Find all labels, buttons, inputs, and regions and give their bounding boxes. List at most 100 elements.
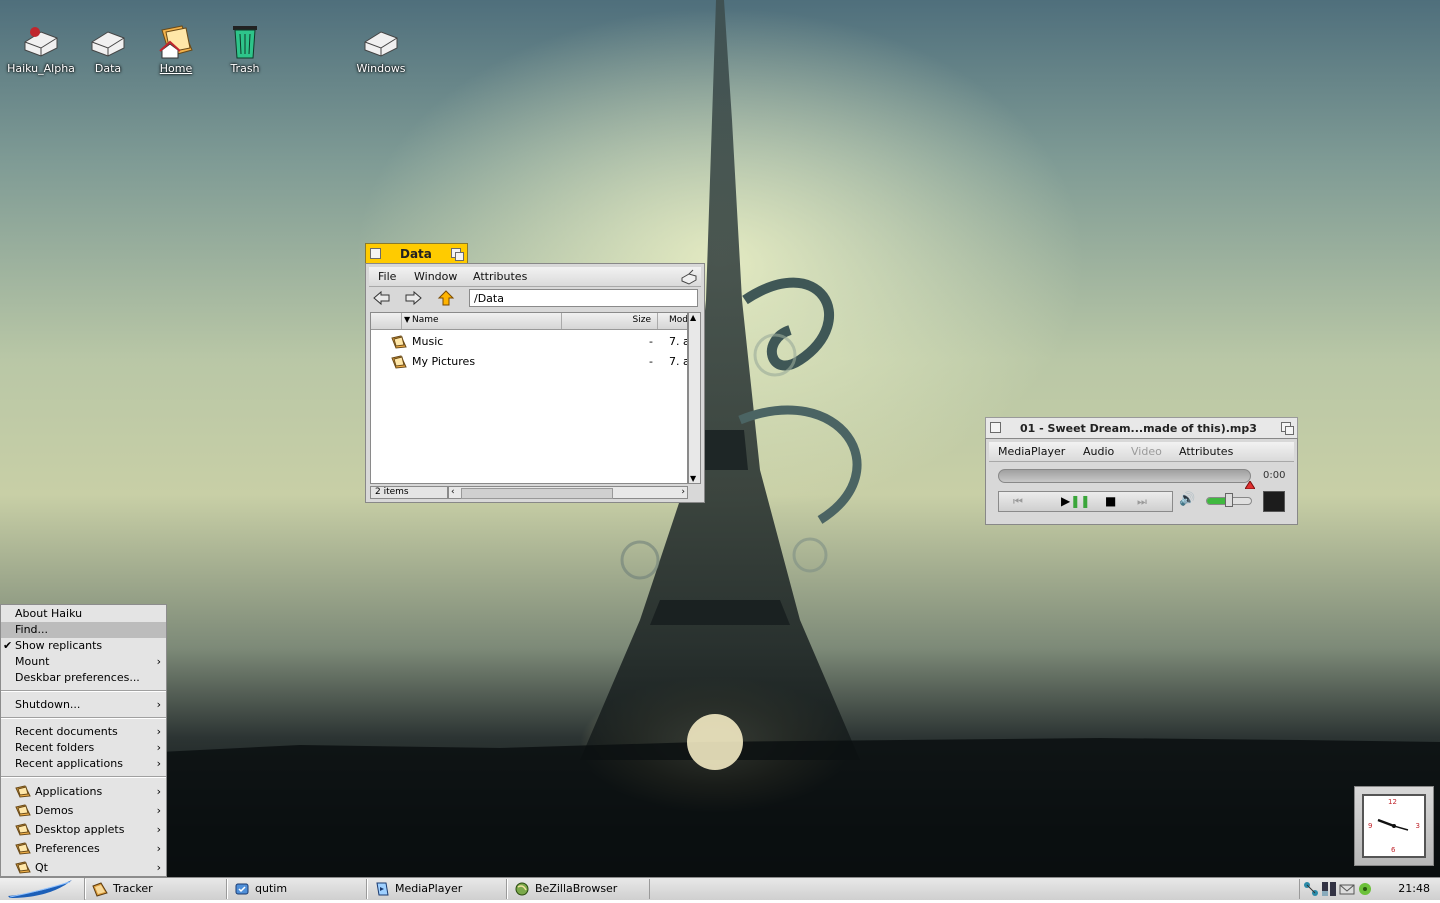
desktop-icon-haiku-alpha[interactable]: Haiku_Alpha <box>5 20 77 75</box>
submenu-arrow-icon: › <box>156 804 161 817</box>
menu-audio[interactable]: Audio <box>1083 445 1114 458</box>
haiku-leaf-menu-button[interactable] <box>0 878 85 900</box>
menu-item-desktop-applets[interactable]: Desktop applets › <box>1 822 166 840</box>
stop-icon[interactable]: ■ <box>1105 494 1116 508</box>
transport-controls: ⏮ ▶❚❚ ■ ⏭ <box>998 491 1173 512</box>
folder-icon <box>15 785 31 798</box>
submenu-arrow-icon: › <box>156 655 161 668</box>
mediaplayer-icon <box>376 882 389 896</box>
menu-item-shutdown[interactable]: Shutdown... › <box>1 697 166 713</box>
cpu-monitor-icon[interactable] <box>1321 881 1337 897</box>
mail-daemon-icon[interactable] <box>1339 881 1355 897</box>
time-display: 0:00 <box>1263 470 1286 481</box>
menu-item-recent-documents[interactable]: Recent documents › <box>1 724 166 740</box>
submenu-arrow-icon: › <box>156 741 161 754</box>
menu-item-preferences[interactable]: Preferences › <box>1 841 166 859</box>
folder-icon <box>391 355 407 369</box>
submenu-arrow-icon: › <box>156 823 161 836</box>
column-headers: ▼ Name Size Mod <box>371 313 687 330</box>
network-icon[interactable] <box>1303 881 1319 897</box>
skip-back-icon[interactable]: ⏮ <box>1013 495 1023 509</box>
list-item[interactable]: Music - 7. a <box>371 333 687 351</box>
zoom-button[interactable] <box>451 248 464 261</box>
column-header-name[interactable]: ▼ Name <box>402 313 562 329</box>
window-title: 01 - Sweet Dream...made of this).mp3 <box>1020 422 1257 435</box>
folder-icon <box>15 823 31 836</box>
path-field[interactable]: /Data <box>469 289 698 307</box>
tracker-menubar: File Window Attributes <box>369 267 701 287</box>
desktop-icon-home[interactable]: Home <box>140 20 212 75</box>
menu-file[interactable]: File <box>378 270 396 283</box>
desktop-icon-trash[interactable]: Trash <box>209 20 281 75</box>
skip-forward-icon[interactable]: ⏭ <box>1137 495 1147 509</box>
menu-video[interactable]: Video <box>1131 445 1162 458</box>
list-item[interactable]: My Pictures - 7. a <box>371 353 687 371</box>
window-title: Data <box>400 247 432 261</box>
volume-slider[interactable] <box>1206 493 1252 507</box>
volume-knob[interactable] <box>1225 493 1233 507</box>
scroll-down-icon[interactable]: ▼ <box>690 474 696 483</box>
scroll-right-icon[interactable]: › <box>681 487 685 497</box>
seek-slider[interactable] <box>998 469 1251 483</box>
trash-icon <box>225 20 265 60</box>
menu-separator <box>1 776 166 778</box>
submenu-arrow-icon: › <box>156 725 161 738</box>
menu-item-demos[interactable]: Demos › <box>1 803 166 821</box>
submenu-arrow-icon: › <box>156 842 161 855</box>
play-pause-icon[interactable]: ▶❚❚ <box>1061 494 1090 508</box>
forward-button[interactable] <box>403 289 423 307</box>
menu-item-recent-applications[interactable]: Recent applications › <box>1 756 166 772</box>
pkg-status-icon[interactable] <box>1357 881 1373 897</box>
menu-item-show-replicants[interactable]: ✔ Show replicants <box>1 638 166 654</box>
forward-arrow-icon <box>405 290 422 306</box>
horizontal-scrollbar[interactable]: ‹ › <box>448 486 688 499</box>
menu-item-applications[interactable]: Applications › <box>1 784 166 802</box>
menu-attributes[interactable]: Attributes <box>1179 445 1233 458</box>
menu-item-recent-folders[interactable]: Recent folders › <box>1 740 166 756</box>
menu-item-deskbar-preferences[interactable]: Deskbar preferences... <box>1 670 166 686</box>
menu-window[interactable]: Window <box>414 270 457 283</box>
scroll-up-icon[interactable]: ▲ <box>690 313 696 322</box>
speaker-icon[interactable]: 🔊 <box>1179 492 1195 507</box>
column-header-modified[interactable]: Mod <box>658 313 687 329</box>
close-button[interactable] <box>370 248 381 259</box>
desktop-icon-data[interactable]: Data <box>72 20 144 75</box>
mediaplayer-window: MediaPlayer Audio Video Attributes 0:00 … <box>985 438 1298 525</box>
resize-handle[interactable] <box>688 486 701 499</box>
column-header-icon <box>371 313 402 329</box>
up-arrow-icon <box>437 290 455 306</box>
mediaplayer-window-tab[interactable]: 01 - Sweet Dream...made of this).mp3 <box>985 417 1298 438</box>
desktop-icon-windows[interactable]: Windows <box>345 20 417 75</box>
menu-mediaplayer[interactable]: MediaPlayer <box>998 445 1065 458</box>
tracker-window-tab[interactable]: Data <box>365 243 468 264</box>
menu-item-find[interactable]: Find... <box>1 622 166 638</box>
taskbar-app-bezillabrowser[interactable]: BeZillaBrowser <box>507 879 650 899</box>
menu-item-qt[interactable]: Qt › <box>1 860 166 876</box>
seek-handle-icon[interactable] <box>1245 481 1255 489</box>
deskbar-clock[interactable]: 21:48 <box>1398 882 1430 895</box>
deskbar-menu: About Haiku Find... ✔ Show replicants Mou… <box>0 604 167 877</box>
close-button[interactable] <box>990 422 1001 433</box>
tracker-icon <box>92 882 108 897</box>
drive-icon <box>21 20 61 60</box>
scrollbar-thumb[interactable] <box>461 488 613 499</box>
back-button[interactable] <box>372 289 392 307</box>
vertical-scrollbar[interactable]: ▲ ▼ <box>688 312 701 484</box>
folder-icon <box>15 842 31 855</box>
submenu-arrow-icon: › <box>156 861 161 874</box>
haiku-leaf-icon <box>8 880 72 898</box>
back-arrow-icon <box>373 290 390 306</box>
clock-replicant[interactable]: 12 3 6 9 <box>1354 786 1434 866</box>
zoom-button[interactable] <box>1281 422 1294 435</box>
taskbar-app-qutim[interactable]: qutim <box>227 879 367 899</box>
menu-separator <box>1 690 166 692</box>
taskbar-app-tracker[interactable]: Tracker <box>85 879 227 899</box>
scroll-left-icon[interactable]: ‹ <box>451 487 455 497</box>
drive-icon <box>88 20 128 60</box>
menu-item-about-haiku[interactable]: About Haiku <box>1 606 166 622</box>
menu-attributes[interactable]: Attributes <box>473 270 527 283</box>
column-header-size[interactable]: Size <box>562 313 658 329</box>
menu-item-mount[interactable]: Mount › <box>1 654 166 670</box>
taskbar-app-mediaplayer[interactable]: MediaPlayer <box>367 879 507 899</box>
parent-folder-button[interactable] <box>436 289 456 307</box>
